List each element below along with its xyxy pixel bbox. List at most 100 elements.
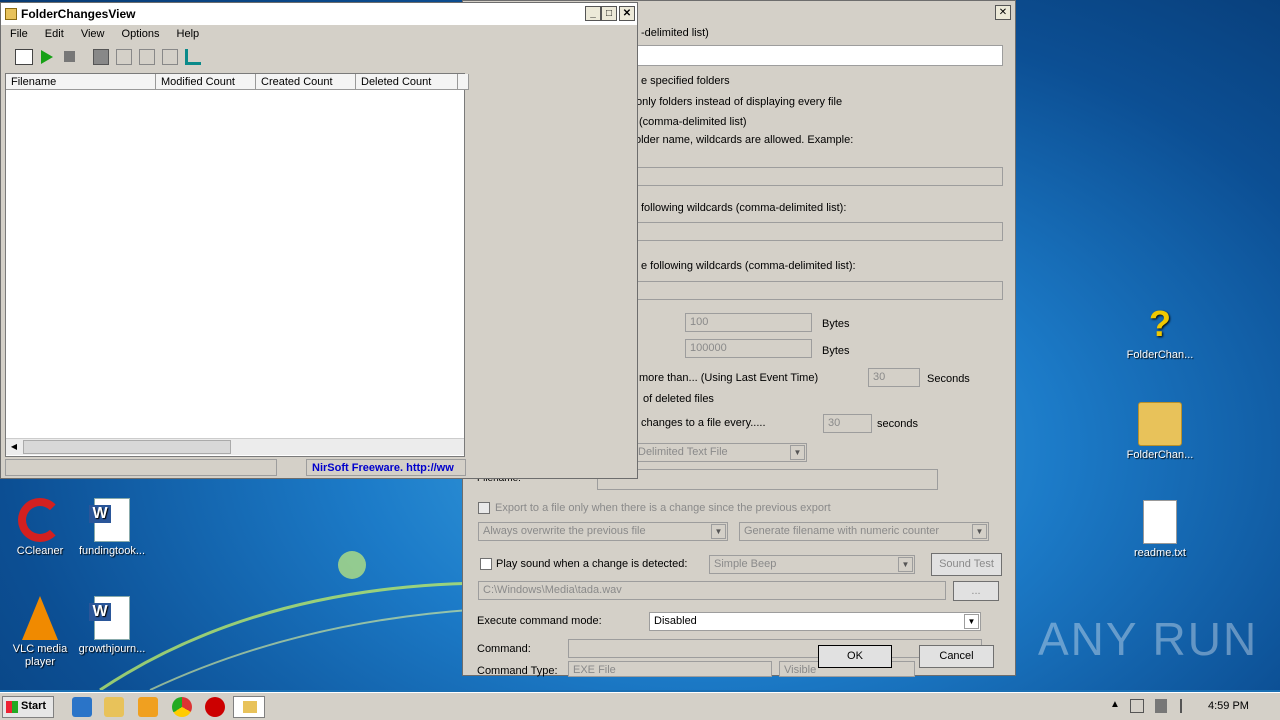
ok-button[interactable]: OK <box>818 645 892 668</box>
word-document-icon: W <box>89 596 130 640</box>
changes-interval-label: changes to a file every..... <box>641 417 766 429</box>
exit-icon[interactable] <box>185 49 201 65</box>
menu-edit[interactable]: Edit <box>38 25 71 43</box>
export-format-select[interactable]: Delimited Text File ▼ <box>633 443 807 462</box>
menu-file[interactable]: File <box>3 25 35 43</box>
maximize-button[interactable]: □ <box>601 6 617 21</box>
exec-mode-label: Execute command mode: <box>477 615 602 627</box>
play-sound-checkbox[interactable] <box>480 558 492 570</box>
desktop-icon-folderchanges-folder[interactable]: FolderChan... <box>1120 402 1200 462</box>
filename-counter-select[interactable]: Generate filename with numeric counter ▼ <box>739 522 989 541</box>
folderchangesview-icon <box>243 701 257 713</box>
exclude-wildcards-label: e following wildcards (comma-delimited l… <box>641 260 856 272</box>
word-document-icon: W <box>89 498 130 542</box>
cancel-button[interactable]: Cancel <box>919 645 994 668</box>
desktop-icon-ccleaner[interactable]: CCleaner <box>0 498 80 558</box>
changes-interval-input[interactable]: 30 <box>823 414 872 433</box>
deleted-files-label: of deleted files <box>643 393 714 405</box>
file-list[interactable]: Filename Modified Count Created Count De… <box>5 73 469 457</box>
sound-test-button[interactable]: Sound Test <box>931 553 1002 576</box>
app-icon <box>5 8 17 20</box>
chevron-down-icon: ▼ <box>711 524 726 539</box>
stop-icon[interactable] <box>64 51 75 62</box>
dialog-close-button[interactable]: ✕ <box>995 5 1011 20</box>
volume-icon[interactable] <box>1155 699 1167 713</box>
seconds-label: seconds <box>877 418 918 430</box>
anyrun-watermark: ANY RUN <box>1038 613 1259 665</box>
last-event-seconds-input[interactable]: 30 <box>868 368 920 387</box>
action-center-flag-icon[interactable] <box>1180 699 1192 713</box>
save-icon[interactable] <box>93 49 109 65</box>
chevron-down-icon: ▼ <box>964 614 979 629</box>
status-pane-left <box>5 459 277 476</box>
desktop-icon-folderchanges-help[interactable]: ? FolderChan... <box>1120 302 1200 362</box>
folders-input[interactable] <box>637 45 1003 66</box>
menu-bar: File Edit View Options Help <box>1 25 637 45</box>
export-filename-input[interactable] <box>597 469 938 490</box>
overwrite-mode-select[interactable]: Always overwrite the previous file ▼ <box>478 522 728 541</box>
toolbar <box>1 45 461 71</box>
properties-icon[interactable] <box>139 49 155 65</box>
max-size-input[interactable]: 100000 <box>685 339 812 358</box>
chevron-down-icon: ▼ <box>898 557 913 572</box>
ccleaner-icon <box>18 498 62 542</box>
start-icon[interactable] <box>41 50 53 64</box>
options-icon[interactable] <box>15 49 33 65</box>
find-icon[interactable] <box>162 49 178 65</box>
desktop-icon-readme[interactable]: readme.txt <box>1120 500 1200 560</box>
bytes-label: Bytes <box>822 345 850 357</box>
exec-mode-select[interactable]: Disabled ▼ <box>649 612 981 631</box>
sound-type-select[interactable]: Simple Beep ▼ <box>709 555 915 574</box>
minimize-button[interactable]: _ <box>585 6 601 21</box>
menu-options[interactable]: Options <box>115 25 167 43</box>
sound-file-input[interactable]: C:\Windows\Media\tada.wav <box>478 581 946 600</box>
folder-icon <box>1138 402 1182 446</box>
min-size-input[interactable]: 100 <box>685 313 812 332</box>
seconds-label: Seconds <box>927 373 970 385</box>
media-player-icon[interactable] <box>138 697 158 717</box>
column-more[interactable] <box>458 74 469 90</box>
desktop-icon-vlc[interactable]: VLC media player <box>0 596 80 669</box>
scrollbar-thumb[interactable] <box>23 440 231 454</box>
include-wildcards-input[interactable] <box>637 222 1003 241</box>
exclude-wildcards-input[interactable] <box>637 281 1003 300</box>
main-window: FolderChangesView _ □ ✕ File Edit View O… <box>0 2 638 479</box>
status-nirsoft-link[interactable]: NirSoft Freeware. http://ww <box>306 459 466 476</box>
scan-folders-label: e specified folders <box>641 75 730 87</box>
exclude-label: (comma-delimited list) <box>639 116 747 128</box>
ie-icon[interactable] <box>72 697 92 717</box>
tray-expand-icon[interactable]: ▲ <box>1110 699 1120 710</box>
clock[interactable]: 4:59 PM <box>1208 700 1249 712</box>
chevron-down-icon: ▼ <box>972 524 987 539</box>
network-icon[interactable] <box>1130 699 1144 713</box>
desktop-icon-fundingtook[interactable]: W fundingtook... <box>72 498 152 558</box>
copy-icon[interactable] <box>116 49 132 65</box>
folders-only-label: only folders instead of displaying every… <box>636 96 843 108</box>
explorer-icon[interactable] <box>104 697 124 717</box>
scroll-left-icon[interactable]: ◀ <box>6 439 22 455</box>
opera-icon[interactable] <box>205 697 225 717</box>
folder-name-hint: older name, wildcards are allowed. Examp… <box>635 134 854 146</box>
start-button[interactable]: Start <box>2 696 54 718</box>
export-only-change-checkbox[interactable] <box>478 502 490 514</box>
taskbar-folderchangesview[interactable] <box>233 696 265 718</box>
play-sound-label: Play sound when a change is detected: <box>496 558 688 570</box>
command-type-label: Command Type: <box>477 665 558 677</box>
menu-help[interactable]: Help <box>170 25 207 43</box>
browse-sound-button[interactable]: ... <box>953 581 999 601</box>
column-created-count[interactable]: Created Count <box>256 74 356 90</box>
exclude-folders-input[interactable] <box>637 167 1003 186</box>
text-file-icon <box>1143 500 1177 544</box>
export-only-change-label: Export to a file only when there is a ch… <box>495 502 831 514</box>
chrome-icon[interactable] <box>172 697 192 717</box>
horizontal-scrollbar[interactable]: ◀ <box>6 438 464 455</box>
include-wildcards-label: following wildcards (comma-delimited lis… <box>641 202 847 214</box>
command-type-select[interactable]: EXE File <box>568 661 772 677</box>
column-filename[interactable]: Filename <box>6 74 156 90</box>
column-deleted-count[interactable]: Deleted Count <box>356 74 458 90</box>
desktop-icon-growthjourn[interactable]: W growthjourn... <box>72 596 152 656</box>
menu-view[interactable]: View <box>74 25 112 43</box>
close-button[interactable]: ✕ <box>619 6 635 21</box>
chevron-down-icon: ▼ <box>790 445 805 460</box>
column-modified-count[interactable]: Modified Count <box>156 74 256 90</box>
